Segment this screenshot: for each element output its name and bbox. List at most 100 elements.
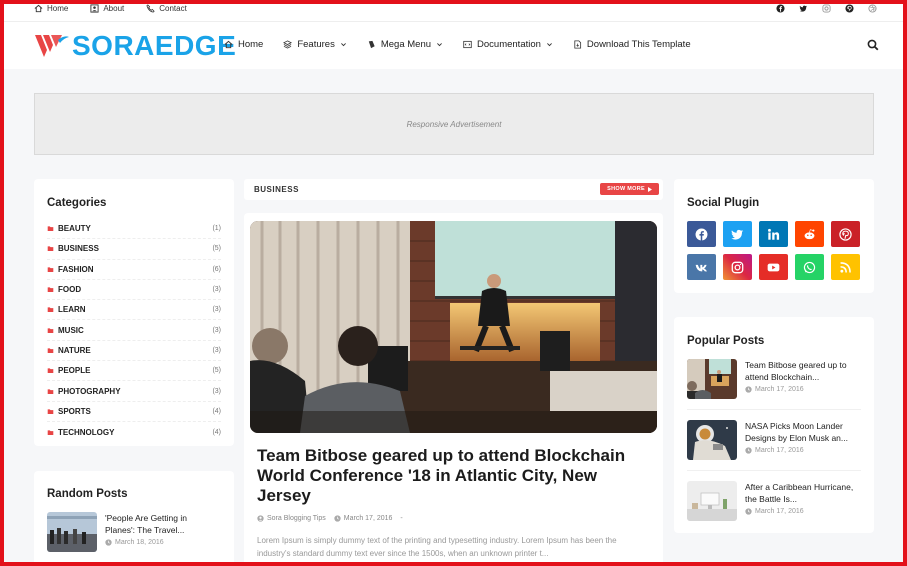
ad-label: Responsive Advertisement — [406, 119, 502, 129]
category-label-wrap: BUSINESS — [47, 244, 99, 253]
category-item[interactable]: BEAUTY (1) — [47, 219, 221, 240]
post-thumbnail[interactable] — [47, 512, 97, 552]
category-item[interactable]: MUSIC (3) — [47, 320, 221, 341]
section-header: BUSINESS SHOW MORE — [244, 179, 663, 200]
search-icon[interactable] — [867, 39, 879, 51]
chevron-down-icon — [437, 43, 442, 47]
category-item[interactable]: FOOD (3) — [47, 280, 221, 301]
show-more-button[interactable]: SHOW MORE — [600, 183, 659, 195]
post-title-link[interactable]: Team Bitbose geared up to attend Blockch… — [745, 359, 862, 383]
clock-icon — [745, 386, 752, 393]
vk-button[interactable] — [687, 254, 716, 280]
category-item[interactable]: PEOPLE (5) — [47, 361, 221, 382]
pinterest-button[interactable] — [831, 221, 860, 247]
main-nav: Home Features Mega Menu Documentation Do… — [224, 39, 691, 50]
category-label-wrap: LEARN — [47, 305, 86, 314]
featured-post-title[interactable]: Team Bitbose geared up to attend Blockch… — [257, 446, 637, 506]
category-count: (3) — [212, 387, 221, 395]
nav-label: Documentation — [477, 39, 541, 50]
page: Home About Contact SORAEDGE Home Feature… — [4, 0, 903, 562]
category-label: FOOD — [58, 285, 82, 295]
dribbble-icon[interactable] — [868, 4, 877, 13]
layers-icon — [283, 40, 293, 49]
nav-download-template[interactable]: Download This Template — [573, 39, 691, 50]
category-item[interactable]: BUSINESS (5) — [47, 239, 221, 260]
reddit-button[interactable] — [795, 221, 824, 247]
post-title-link[interactable]: NASA Picks Moon Lander Designs by Elon M… — [745, 420, 862, 444]
rss-button[interactable] — [831, 254, 860, 280]
social-plugin-widget: Social Plugin — [674, 179, 874, 293]
folder-icon — [47, 388, 54, 394]
nav-mega-menu[interactable]: Mega Menu — [367, 39, 443, 50]
category-count: (4) — [212, 407, 221, 415]
youtube-button[interactable] — [759, 254, 788, 280]
instagram-icon — [731, 261, 744, 273]
nav-home[interactable]: Home — [224, 39, 263, 50]
category-item[interactable]: SPORTS (4) — [47, 402, 221, 422]
post-date: March 17, 2016 — [745, 386, 862, 393]
post-meta: Sora Blogging Tips March 17, 2016 - — [257, 515, 403, 522]
category-label: FASHION — [58, 264, 94, 274]
site-logo[interactable]: SORAEDGE — [34, 31, 236, 61]
nav-features[interactable]: Features — [283, 39, 347, 50]
facebook-button[interactable] — [687, 221, 716, 247]
category-label-wrap: MUSIC — [47, 326, 84, 335]
user-icon — [90, 4, 99, 13]
category-count: (3) — [212, 306, 221, 314]
logo-mark-icon — [35, 35, 69, 57]
pinterest-icon[interactable] — [845, 4, 854, 13]
category-count: (1) — [212, 225, 221, 233]
post-thumbnail[interactable] — [687, 481, 737, 521]
category-count: (5) — [212, 245, 221, 253]
category-item[interactable]: TECHNOLOGY (4) — [47, 422, 221, 442]
top-link-home[interactable]: Home — [34, 4, 68, 13]
featured-post-image[interactable] — [250, 221, 657, 433]
category-label: NATURE — [58, 345, 91, 355]
whatsapp-button[interactable] — [795, 254, 824, 280]
list-item[interactable]: NASA Picks Moon Lander Designs by Elon M… — [687, 420, 862, 460]
category-label: MUSIC — [58, 325, 84, 335]
category-item[interactable]: LEARN (3) — [47, 300, 221, 321]
astronaut-thumb-image — [687, 420, 737, 460]
post-title-link[interactable]: After a Caribbean Hurricane, the Battle … — [745, 481, 862, 505]
top-link-contact[interactable]: Contact — [146, 4, 187, 13]
date-text: March 17, 2016 — [343, 515, 393, 522]
nav-documentation[interactable]: Documentation — [463, 39, 553, 50]
post-author[interactable]: Sora Blogging Tips — [257, 515, 326, 522]
folder-icon — [47, 328, 54, 333]
linkedin-button[interactable] — [759, 221, 788, 247]
post-title-link[interactable]: 'People Are Getting in Planes': The Trav… — [105, 512, 210, 536]
nav-label: Features — [297, 39, 335, 50]
top-link-label: Contact — [159, 4, 187, 13]
ad-banner[interactable]: Responsive Advertisement — [34, 93, 874, 155]
post-excerpt: Lorem Ipsum is simply dummy text of the … — [257, 536, 617, 558]
post-thumbnail[interactable] — [687, 359, 737, 399]
category-item[interactable]: FASHION (6) — [47, 260, 221, 280]
twitter-icon[interactable] — [799, 4, 808, 13]
list-item[interactable]: Team Bitbose geared up to attend Blockch… — [687, 359, 862, 399]
category-label-wrap: PEOPLE — [47, 366, 90, 375]
top-link-about[interactable]: About — [90, 4, 124, 13]
top-link-label: Home — [47, 4, 69, 13]
facebook-icon[interactable] — [776, 4, 785, 13]
category-item[interactable]: PHOTOGRAPHY (3) — [47, 381, 221, 402]
category-item[interactable]: NATURE (3) — [47, 341, 221, 362]
code-icon — [463, 40, 472, 49]
instagram-button[interactable] — [723, 254, 752, 280]
list-item[interactable]: 'People Are Getting in Planes': The Trav… — [47, 512, 210, 552]
category-count: (3) — [212, 346, 221, 354]
top-link-label: About — [103, 4, 125, 13]
category-label: TECHNOLOGY — [58, 427, 115, 437]
post-thumbnail[interactable] — [687, 420, 737, 460]
date-text: March 17, 2016 — [755, 386, 804, 393]
list-item[interactable]: After a Caribbean Hurricane, the Battle … — [687, 481, 862, 521]
twitter-icon — [731, 229, 744, 240]
folder-icon — [47, 409, 54, 414]
twitter-button[interactable] — [723, 221, 752, 247]
category-label-wrap: SPORTS — [47, 407, 91, 416]
folder-icon — [47, 246, 54, 252]
nav-label: Download This Template — [586, 39, 691, 50]
reddit-icon — [804, 228, 815, 239]
instagram-icon[interactable] — [822, 4, 831, 13]
category-label-wrap: BEAUTY — [47, 224, 91, 233]
